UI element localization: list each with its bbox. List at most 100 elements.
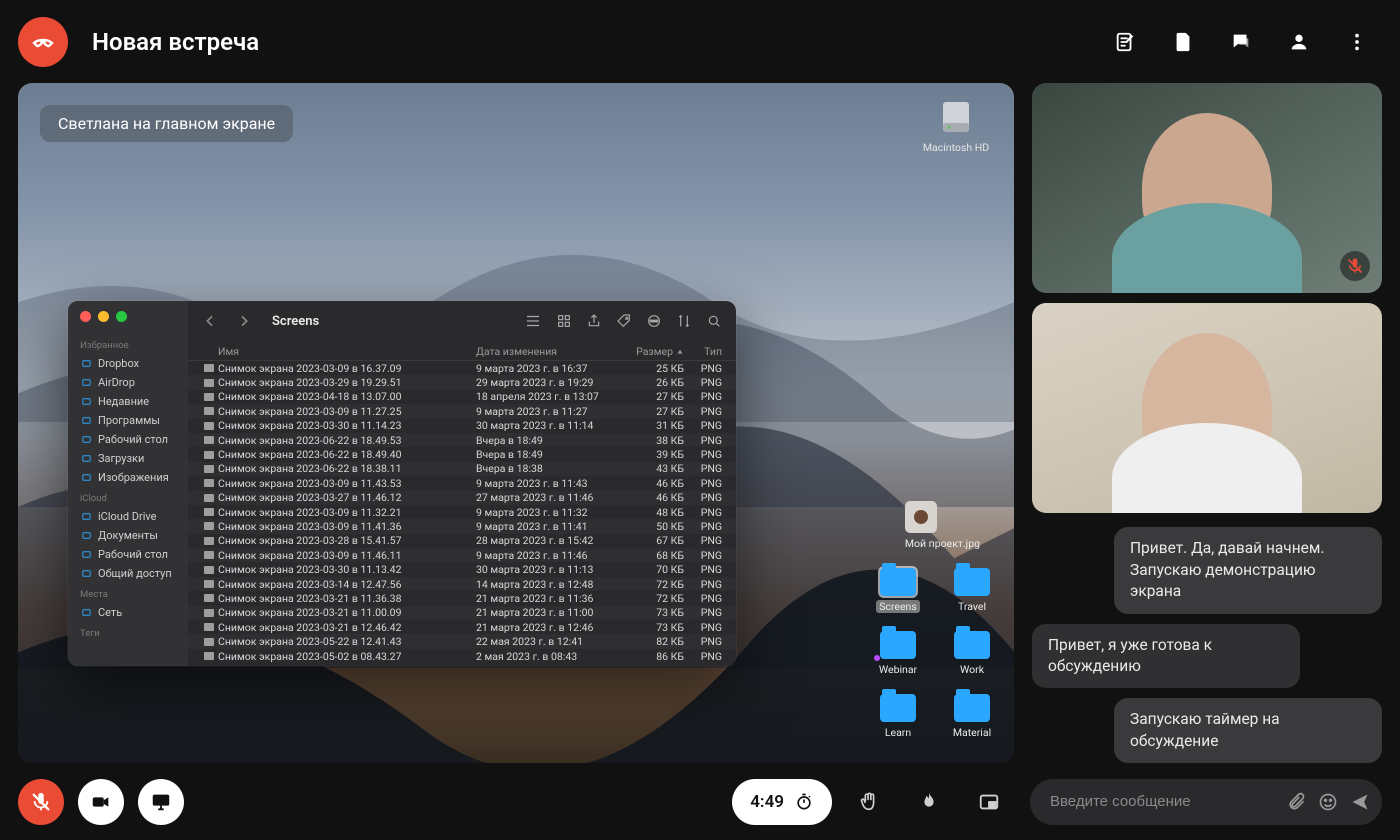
column-size: Размер: [612, 345, 684, 358]
chat-bubble: Привет, я уже готова к обсуждению: [1032, 624, 1300, 689]
desktop-folder[interactable]: Webinar: [870, 631, 926, 676]
window-controls[interactable]: [68, 311, 188, 334]
mic-off-icon: [30, 791, 52, 813]
file-size: 25 КБ: [612, 362, 684, 375]
send-icon[interactable]: [1350, 792, 1370, 812]
desktop-folder[interactable]: Learn: [870, 694, 926, 739]
document-button[interactable]: [1168, 27, 1198, 57]
file-icon: [204, 652, 214, 660]
finder-file-row[interactable]: Снимок экрана 2023-06-22 в 18.49.53Вчера…: [188, 433, 736, 447]
file-date: 22 мая 2023 г. в 12:41: [476, 635, 612, 648]
finder-title: Screens: [272, 314, 319, 329]
finder-sidebar-item[interactable]: Изображения: [68, 468, 188, 487]
emoji-icon[interactable]: [1318, 792, 1338, 812]
file-type: PNG: [684, 534, 722, 547]
participants-button[interactable]: [1284, 27, 1314, 57]
sort-icon[interactable]: [676, 313, 692, 329]
finder-sidebar-item[interactable]: Рабочий стол: [68, 545, 188, 564]
finder-file-row[interactable]: Снимок экрана 2023-06-22 в 18.49.40Вчера…: [188, 447, 736, 461]
hangup-button[interactable]: [18, 17, 68, 67]
finder-sidebar-item[interactable]: Dropbox: [68, 354, 188, 373]
finder-file-row[interactable]: Снимок экрана 2023-03-30 в 11.14.2330 ма…: [188, 419, 736, 433]
finder-file-row[interactable]: Снимок экрана 2023-03-29 в 19.29.5129 ма…: [188, 375, 736, 389]
timer-pill[interactable]: 4:49: [732, 779, 832, 825]
finder-sidebar-item[interactable]: Недавние: [68, 392, 188, 411]
reactions-button[interactable]: [906, 779, 952, 825]
finder-file-row[interactable]: Снимок экрана 2023-03-28 в 15.41.5728 ма…: [188, 534, 736, 548]
chat-input-field[interactable]: [1050, 793, 1274, 810]
finder-sidebar-item[interactable]: iCloud Drive: [68, 507, 188, 526]
finder-file-row[interactable]: Снимок экрана 2023-03-09 в 11.41.369 мар…: [188, 519, 736, 533]
desktop-file[interactable]: Мой проект.jpg: [905, 501, 980, 550]
finder-file-row[interactable]: Снимок экрана 2023-03-21 в 11.00.0921 ма…: [188, 606, 736, 620]
more-button[interactable]: [1342, 27, 1372, 57]
desktop-folder[interactable]: Screens: [870, 568, 926, 613]
sidebar-section-label: iCloud: [68, 487, 188, 507]
finder-file-row[interactable]: Снимок экрана 2023-04-18 в 13.07.0018 ап…: [188, 390, 736, 404]
finder-file-row[interactable]: Снимок экрана 2023-03-30 в 11.13.4230 ма…: [188, 562, 736, 576]
file-size: 43 КБ: [612, 462, 684, 475]
participant-video-2[interactable]: [1032, 303, 1382, 513]
finder-file-row[interactable]: Снимок экрана 2023-05-22 в 12.41.4322 ма…: [188, 634, 736, 648]
finder-file-list[interactable]: Снимок экрана 2023-03-09 в 16.37.099 мар…: [188, 361, 736, 666]
camera-toggle-button[interactable]: [78, 779, 124, 825]
finder-sidebar-item[interactable]: Программы: [68, 411, 188, 430]
finder-sidebar-item[interactable]: Рабочий стол: [68, 430, 188, 449]
raise-hand-button[interactable]: [846, 779, 892, 825]
finder-sidebar: Избранное DropboxAirDropНедавниеПрограмм…: [68, 301, 188, 666]
attach-icon[interactable]: [1286, 792, 1306, 812]
finder-file-row[interactable]: Снимок экрана 2023-03-09 в 16.37.099 мар…: [188, 361, 736, 375]
chat-button[interactable]: [1226, 27, 1256, 57]
mic-toggle-button[interactable]: [18, 779, 64, 825]
file-type: PNG: [684, 491, 722, 504]
file-icon: [204, 566, 214, 574]
footer: 4:49: [0, 763, 1400, 840]
file-size: 72 КБ: [612, 592, 684, 605]
finder-nav[interactable]: [202, 313, 252, 329]
chat-input[interactable]: [1030, 779, 1382, 825]
chevron-left-icon: [202, 313, 218, 329]
finder-file-row[interactable]: Снимок экрана 2023-03-27 в 11.46.1227 ма…: [188, 491, 736, 505]
finder-sidebar-item[interactable]: AirDrop: [68, 373, 188, 392]
finder-file-row[interactable]: Снимок экрана 2023-03-21 в 12.46.4221 ма…: [188, 620, 736, 634]
grid-view-icon[interactable]: [556, 313, 572, 329]
finder-file-row[interactable]: Снимок экрана 2023-06-22 в 18.38.11Вчера…: [188, 462, 736, 476]
finder-file-row[interactable]: Снимок экрана 2023-03-09 в 11.43.539 мар…: [188, 476, 736, 490]
finder-column-headers[interactable]: Имя Дата изменения Размер Тип: [188, 341, 736, 361]
search-icon[interactable]: [706, 313, 722, 329]
finder-file-row[interactable]: Снимок экрана 2023-03-14 в 12.47.5614 ма…: [188, 577, 736, 591]
finder-file-row[interactable]: Снимок экрана 2023-03-09 в 11.46.119 мар…: [188, 548, 736, 562]
mic-muted-indicator: [1340, 251, 1370, 281]
share-screen-button[interactable]: [138, 779, 184, 825]
finder-sidebar-item[interactable]: Загрузки: [68, 449, 188, 468]
desktop-folder[interactable]: Material: [944, 694, 1000, 739]
share-icon[interactable]: [586, 313, 602, 329]
finder-sidebar-item[interactable]: Общий доступ: [68, 564, 188, 583]
desktop-folder[interactable]: Work: [944, 631, 1000, 676]
file-date: 21 марта 2023 г. в 11:36: [476, 592, 612, 605]
sidebar-item-label: Недавние: [98, 395, 149, 408]
finder-file-row[interactable]: Снимок экрана 2023-05-02 в 08.43.272 мая…: [188, 649, 736, 663]
tag-icon[interactable]: [616, 313, 632, 329]
finder-sidebar-item[interactable]: Документы: [68, 526, 188, 545]
desktop-folder[interactable]: Travel: [944, 568, 1000, 613]
actions-icon[interactable]: [646, 313, 662, 329]
file-icon: [204, 393, 214, 401]
pip-button[interactable]: [966, 779, 1012, 825]
desktop-file-label: Мой проект.jpg: [905, 537, 980, 550]
finder-sidebar-item[interactable]: Сеть: [68, 603, 188, 622]
file-icon: [204, 537, 214, 545]
notes-button[interactable]: [1110, 27, 1140, 57]
finder-file-row[interactable]: Снимок экрана 2023-03-21 в 11.36.3821 ма…: [188, 591, 736, 605]
sidebar-section-label: Места: [68, 583, 188, 603]
meeting-title: Новая встреча: [92, 28, 259, 56]
list-view-icon[interactable]: [524, 312, 542, 330]
finder-file-row[interactable]: Снимок экрана 2023-03-09 в 11.32.219 мар…: [188, 505, 736, 519]
desktop-hdd[interactable]: Macintosh HD: [916, 101, 996, 154]
sidebar-item-label: Изображения: [98, 471, 169, 484]
file-size: 72 КБ: [612, 578, 684, 591]
desktop-hdd-label: Macintosh HD: [923, 141, 989, 154]
participant-video-1[interactable]: [1032, 83, 1382, 293]
finder-file-row[interactable]: Снимок экрана 2023-03-09 в 11.27.259 мар…: [188, 404, 736, 418]
participant-avatar: [1142, 113, 1272, 263]
